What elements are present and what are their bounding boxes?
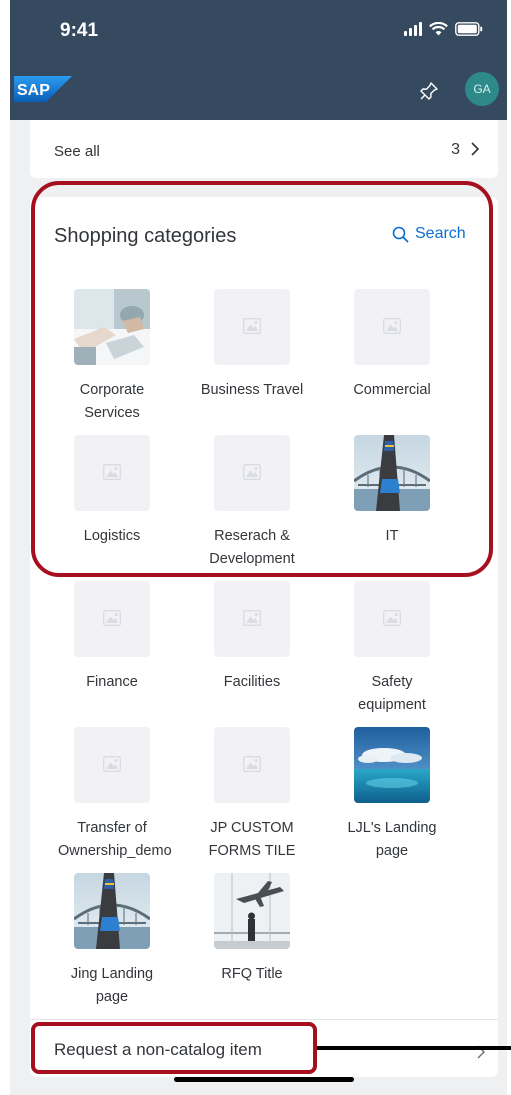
category-tile[interactable]: Safety equipment xyxy=(332,581,452,717)
status-bar: 9:41 xyxy=(10,0,507,62)
category-label: Facilities xyxy=(223,674,281,690)
see-all-count: 3 xyxy=(451,141,460,158)
category-label: JP CUSTOM FORMS TILE xyxy=(208,820,296,859)
category-tile[interactable]: JP CUSTOM FORMS TILE xyxy=(192,727,312,863)
image-placeholder-icon xyxy=(74,727,150,803)
status-time: 9:41 xyxy=(60,20,99,41)
annotation-highlight-categories xyxy=(31,181,493,577)
category-label: Transfer of Ownership_demo xyxy=(58,820,172,859)
see-all-label: See all xyxy=(54,143,100,160)
category-tile[interactable]: Jing Landing page xyxy=(52,873,172,1009)
category-label: Finance xyxy=(86,674,138,690)
category-tile[interactable]: Finance xyxy=(52,581,172,694)
category-image xyxy=(354,727,430,803)
category-image xyxy=(74,873,150,949)
image-placeholder-icon xyxy=(214,581,290,657)
image-placeholder-icon xyxy=(74,581,150,657)
wifi-icon xyxy=(429,22,448,36)
status-icons xyxy=(404,22,483,36)
image-placeholder-icon xyxy=(214,727,290,803)
category-tile[interactable]: Transfer of Ownership_demo xyxy=(52,727,172,863)
shell-bar: SAP GA xyxy=(10,62,507,120)
battery-icon xyxy=(455,22,483,36)
see-all-card[interactable]: See all 3 xyxy=(30,120,498,178)
category-label: Jing Landing page xyxy=(70,966,154,1005)
home-indicator xyxy=(174,1077,354,1082)
image-placeholder-icon xyxy=(354,581,430,657)
user-avatar[interactable]: GA xyxy=(465,72,499,106)
signal-icon xyxy=(404,22,422,36)
chevron-right-icon xyxy=(471,142,480,156)
category-tile[interactable]: LJL's Landing page xyxy=(332,727,452,863)
annotation-pointer-line xyxy=(317,1046,511,1050)
category-image xyxy=(214,873,290,949)
pin-icon[interactable] xyxy=(418,80,440,102)
category-label: RFQ Title xyxy=(221,966,283,982)
category-label: LJL's Landing page xyxy=(347,820,437,859)
annotation-highlight-request xyxy=(31,1022,317,1074)
avatar-initials: GA xyxy=(473,82,491,96)
category-tile[interactable]: Facilities xyxy=(192,581,312,694)
category-tile[interactable]: RFQ Title xyxy=(192,873,312,986)
sap-logo[interactable]: SAP xyxy=(14,76,72,102)
category-label: Safety equipment xyxy=(358,674,426,713)
svg-text:SAP: SAP xyxy=(17,82,50,99)
